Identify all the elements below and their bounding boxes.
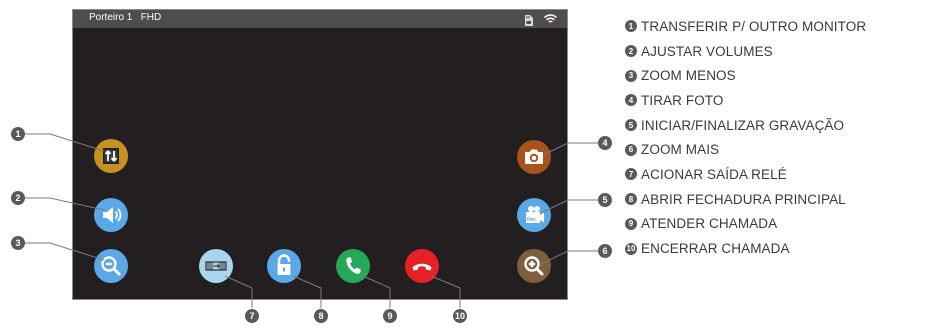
legend-label: ABRIR FECHADURA PRINCIPAL xyxy=(641,191,846,207)
leader-line-1 xyxy=(24,133,105,152)
callout-6: 6 xyxy=(598,244,612,258)
leader-line-7 xyxy=(224,275,253,308)
legend-number: 8 xyxy=(625,193,637,206)
legend-item: 6 ZOOM MAIS xyxy=(625,137,866,162)
legend-number: 6 xyxy=(625,143,637,156)
leader-line-10 xyxy=(430,275,461,308)
legend-label: ENCERRAR CHAMADA xyxy=(641,241,790,257)
leader-line-9 xyxy=(362,275,391,308)
callout-2: 2 xyxy=(11,191,25,205)
legend-number: 10 xyxy=(625,242,637,255)
legend-item: 3 ZOOM MENOS xyxy=(625,63,866,88)
callout-9: 9 xyxy=(383,309,397,323)
legend-number: 1 xyxy=(625,20,637,33)
legend-item: 8 ABRIR FECHADURA PRINCIPAL xyxy=(625,187,866,212)
legend-list: 1 TRANSFERIR P/ OUTRO MONITOR 2 AJUSTAR VO… xyxy=(625,14,866,261)
leader-line-6 xyxy=(540,250,598,265)
legend-label: TIRAR FOTO xyxy=(641,92,724,108)
callout-7: 7 xyxy=(245,309,259,323)
legend-number: 7 xyxy=(625,168,637,181)
legend-item: 7 ACIONAR SAÍDA RELÉ xyxy=(625,162,866,187)
legend-label: AJUSTAR VOLUMES xyxy=(641,43,773,59)
callout-4: 4 xyxy=(598,136,612,150)
legend-label: TRANSFERIR P/ OUTRO MONITOR xyxy=(641,18,867,34)
leader-line-5 xyxy=(540,199,598,214)
legend-number: 9 xyxy=(625,217,637,230)
leader-line-3 xyxy=(24,242,105,261)
legend-number: 2 xyxy=(625,45,637,58)
legend-number: 5 xyxy=(625,119,637,132)
callout-10: 10 xyxy=(453,309,467,323)
legend-item: 9 ATENDER CHAMADA xyxy=(625,212,866,237)
callout-1: 1 xyxy=(11,127,25,141)
callout-5: 5 xyxy=(598,193,612,207)
legend-item: 2 AJUSTAR VOLUMES xyxy=(625,39,866,64)
legend-label: ZOOM MAIS xyxy=(641,142,720,158)
legend-number: 4 xyxy=(625,94,637,107)
leader-line-2 xyxy=(24,197,105,211)
legend-item: 10 ENCERRAR CHAMADA xyxy=(625,236,866,261)
callout-3: 3 xyxy=(11,236,25,250)
legend-item: 5 INICIAR/FINALIZAR GRAVAÇÃO xyxy=(625,113,866,138)
leader-line-8 xyxy=(292,275,322,308)
callout-8: 8 xyxy=(314,309,328,323)
legend-label: ZOOM MENOS xyxy=(641,68,736,84)
legend-label: ACIONAR SAÍDA RELÉ xyxy=(641,166,787,182)
legend-item: 1 TRANSFERIR P/ OUTRO MONITOR xyxy=(625,14,866,39)
legend-number: 3 xyxy=(625,69,637,82)
leader-line-4 xyxy=(542,142,598,156)
legend-label: INICIAR/FINALIZAR GRAVAÇÃO xyxy=(641,117,845,133)
legend-item: 4 TIRAR FOTO xyxy=(625,88,866,113)
legend-label: ATENDER CHAMADA xyxy=(641,216,778,232)
